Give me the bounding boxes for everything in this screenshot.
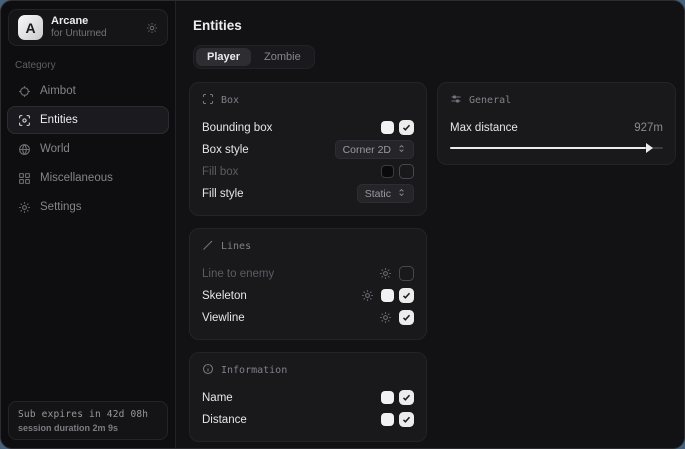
sidebar-item-entities[interactable]: Entities — [7, 106, 169, 134]
setting-label: Fill box — [202, 166, 238, 178]
setting-row-bounding-box: Bounding box — [202, 117, 414, 138]
setting-label: Name — [202, 392, 233, 404]
chevrons-up-down-icon — [397, 144, 406, 156]
chevrons-up-down-icon — [397, 188, 406, 200]
gear-icon[interactable] — [361, 289, 374, 302]
fill-style-dropdown[interactable]: Static — [357, 184, 414, 203]
slider-fill — [450, 147, 646, 149]
setting-row-viewline: Viewline — [202, 307, 414, 328]
max-distance-slider[interactable] — [450, 143, 663, 153]
setting-row-fill-style: Fill style Static — [202, 183, 414, 204]
section-title: Lines — [221, 241, 251, 252]
fill-box-checkbox[interactable] — [399, 164, 414, 179]
bounding-box-checkbox[interactable] — [399, 120, 414, 135]
sidebar-item-label: Miscellaneous — [40, 172, 113, 184]
setting-row-distance: Distance — [202, 409, 414, 430]
sliders-icon — [450, 93, 462, 108]
box-style-dropdown[interactable]: Corner 2D — [335, 140, 414, 159]
page-title: Entities — [193, 18, 676, 33]
sidebar-item-settings[interactable]: Settings — [7, 193, 169, 221]
distance-checkbox[interactable] — [399, 412, 414, 427]
entity-tabs: Player Zombie — [193, 45, 315, 69]
section-title: General — [469, 95, 511, 106]
general-card: General Max distance 927m — [437, 82, 676, 165]
main-content: Entities Player Zombie Box Bounding box — [176, 1, 685, 448]
sub-expiry-text: Sub expires in 42d 08h — [18, 409, 158, 420]
setting-row-box-style: Box style Corner 2D — [202, 139, 414, 160]
section-title: Box — [221, 95, 239, 106]
sidebar-nav: Aimbot Entities World Miscellaneous — [1, 77, 175, 221]
setting-label: Distance — [202, 414, 247, 426]
box-icon — [202, 93, 214, 108]
color-swatch[interactable] — [381, 413, 394, 426]
setting-row-line-to-enemy: Line to enemy — [202, 263, 414, 284]
dropdown-value: Corner 2D — [343, 144, 391, 156]
setting-label: Line to enemy — [202, 268, 274, 280]
setting-row-fill-box: Fill box — [202, 161, 414, 182]
globe-icon — [18, 143, 31, 156]
sidebar-item-miscellaneous[interactable]: Miscellaneous — [7, 164, 169, 192]
setting-label: Max distance — [450, 122, 518, 134]
sidebar-item-label: Entities — [40, 114, 78, 126]
color-swatch[interactable] — [381, 289, 394, 302]
lines-card: Lines Line to enemy Skeleton — [189, 228, 427, 340]
crosshair-icon — [18, 85, 31, 98]
sidebar-item-aimbot[interactable]: Aimbot — [7, 77, 169, 105]
sidebar-item-label: World — [40, 143, 70, 155]
setting-row-skeleton: Skeleton — [202, 285, 414, 306]
subscription-card: Sub expires in 42d 08h session duration … — [8, 401, 168, 440]
color-swatch[interactable] — [381, 165, 394, 178]
sidebar-item-label: Aimbot — [40, 85, 76, 97]
scan-icon — [18, 114, 31, 127]
pencil-icon — [202, 239, 214, 254]
brand-logo: A — [18, 15, 43, 40]
setting-label: Skeleton — [202, 290, 247, 302]
tab-zombie[interactable]: Zombie — [253, 48, 312, 66]
info-icon — [202, 363, 214, 378]
brand-subtitle: for Unturned — [51, 28, 138, 40]
section-title: Information — [221, 365, 287, 376]
sidebar-item-world[interactable]: World — [7, 135, 169, 163]
tab-player[interactable]: Player — [196, 48, 251, 66]
box-card: Box Bounding box Box style — [189, 82, 427, 216]
grid-icon — [18, 172, 31, 185]
sidebar-item-label: Settings — [40, 201, 82, 213]
max-distance-value: 927m — [634, 122, 663, 134]
setting-label: Viewline — [202, 312, 245, 324]
line-to-enemy-checkbox[interactable] — [399, 266, 414, 281]
color-swatch[interactable] — [381, 121, 394, 134]
gear-icon[interactable] — [379, 267, 392, 280]
category-label: Category — [15, 60, 175, 71]
brand-name: Arcane — [51, 15, 138, 28]
color-swatch[interactable] — [381, 391, 394, 404]
gear-icon — [18, 201, 31, 214]
gear-icon[interactable] — [379, 311, 392, 324]
sidebar: A Arcane for Unturned Category Aimbot — [1, 1, 176, 448]
skeleton-checkbox[interactable] — [399, 288, 414, 303]
app-window: A Arcane for Unturned Category Aimbot — [0, 0, 685, 449]
gear-icon[interactable] — [146, 22, 158, 34]
session-duration-text: session duration 2m 9s — [18, 423, 158, 433]
setting-label: Bounding box — [202, 122, 272, 134]
setting-label: Box style — [202, 144, 249, 156]
setting-label: Fill style — [202, 188, 244, 200]
viewline-checkbox[interactable] — [399, 310, 414, 325]
information-card: Information Name Distance — [189, 352, 427, 442]
dropdown-value: Static — [365, 188, 391, 200]
name-checkbox[interactable] — [399, 390, 414, 405]
slider-thumb[interactable] — [646, 143, 653, 153]
setting-row-name: Name — [202, 387, 414, 408]
setting-row-max-distance: Max distance 927m — [450, 117, 663, 138]
brand-card: A Arcane for Unturned — [8, 9, 168, 46]
